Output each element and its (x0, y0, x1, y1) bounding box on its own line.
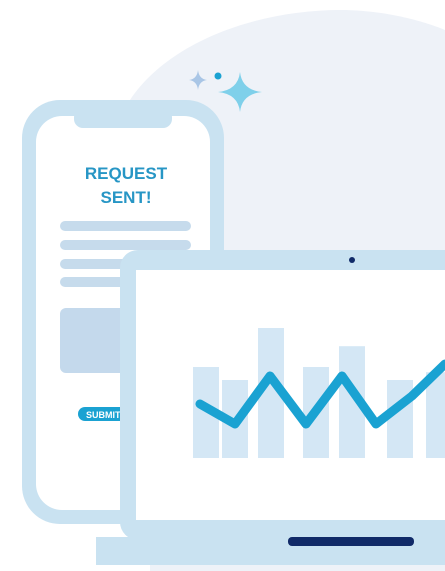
phone-notch (74, 108, 172, 128)
chart-bar (387, 380, 413, 458)
sparkle-dot-icon (214, 72, 222, 80)
phone-heading-line2: SENT! (101, 188, 152, 207)
trackpad-notch (288, 537, 414, 546)
illustration: REQUEST SENT! SUBMIT (22, 10, 445, 571)
form-line (60, 240, 191, 250)
form-line (60, 221, 191, 231)
submit-button-label: SUBMIT (86, 410, 121, 420)
camera-icon (349, 257, 355, 263)
laptop (96, 250, 445, 565)
phone-heading-line1: REQUEST (85, 164, 168, 183)
